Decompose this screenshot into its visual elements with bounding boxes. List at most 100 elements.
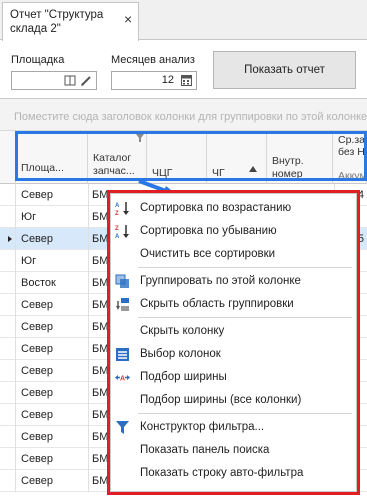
row-indicator[interactable] <box>0 426 16 448</box>
menu-item-label: Скрыть область группировки <box>140 298 294 310</box>
site-field[interactable] <box>11 71 97 90</box>
row-indicator[interactable] <box>0 250 16 272</box>
cell-site: Север <box>21 453 54 465</box>
menu-item-clear-sorting[interactable]: Очистить все сортировки <box>111 243 358 266</box>
column-header-chg[interactable]: ЧГ <box>207 131 267 184</box>
cell-catalog: БМ <box>88 184 108 206</box>
row-indicator[interactable] <box>0 404 16 426</box>
menu-item-sort-ascending[interactable]: A Z Сортировка по возрастанию <box>111 197 358 220</box>
column-header-site[interactable]: Площа... <box>16 131 88 184</box>
header-indicator-cell <box>0 131 16 184</box>
column-header-chcg[interactable]: ЧЦГ <box>147 131 207 184</box>
svg-text:A: A <box>115 203 120 209</box>
sort-ascending-icon: A Z <box>115 202 129 216</box>
cell-site: Север <box>21 387 54 399</box>
row-indicator[interactable] <box>0 448 16 470</box>
cell-catalog-text: БМ <box>92 409 109 421</box>
cell-catalog-text: БМ <box>92 475 109 487</box>
cell-catalog: БМ <box>88 206 108 228</box>
cell-site: Юг <box>21 255 37 267</box>
cell-catalog-text: БМ <box>92 365 109 377</box>
menu-item-label: Выбор колонок <box>140 348 221 360</box>
row-indicator[interactable] <box>0 360 16 382</box>
menu-item-label: Очистить все сортировки <box>140 248 276 260</box>
menu-item-best-fit-all[interactable]: Подбор ширины (все колонки) <box>111 389 358 412</box>
menu-item-group-by-column[interactable]: Группировать по этой колонке <box>111 270 358 293</box>
column-chooser-icon <box>116 348 129 361</box>
column-context-menu: A Z Сортировка по возрастанию Z A Сортир… <box>107 190 360 495</box>
cell-catalog: БМ <box>88 294 108 316</box>
column-header-internal-number[interactable]: Внутр. номер <box>267 131 333 184</box>
cell-site: Север <box>21 299 54 311</box>
cell-site: Север <box>21 431 54 443</box>
menu-item-column-chooser[interactable]: Выбор колонок <box>111 343 358 366</box>
grid-header-row: Площа... Каталог запчас... ЧЦГ ЧГ Внутр.… <box>0 131 367 184</box>
row-indicator[interactable] <box>0 316 16 338</box>
cell-catalog: БМ <box>88 228 108 250</box>
group-by-panel[interactable]: Поместите сюда заголовок колонки для гру… <box>0 98 367 131</box>
cell-catalog-text: БМ <box>92 211 109 223</box>
menu-item-label: Подбор ширины (все колонки) <box>140 394 302 406</box>
svg-text:Z: Z <box>115 226 119 232</box>
cell-site: Север <box>21 233 54 245</box>
calendar-icon[interactable] <box>181 75 192 86</box>
menu-item-label: Скрыть колонку <box>140 325 225 337</box>
cell-catalog-text: БМ <box>92 189 109 201</box>
menu-item-label: Подбор ширины <box>140 371 227 383</box>
cell-catalog-text: БМ <box>92 299 109 311</box>
cell-catalog-text: БМ <box>92 321 109 333</box>
context-menu-body: A Z Сортировка по возрастанию Z A Сортир… <box>110 193 357 492</box>
column-header-avg-price[interactable]: Ср.зак ц. без НДС Аккум. кол. <box>333 131 367 184</box>
row-indicator[interactable] <box>0 272 16 294</box>
pencil-icon[interactable] <box>80 75 92 87</box>
row-indicator[interactable] <box>0 294 16 316</box>
menu-item-label: Показать строку авто-фильтра <box>140 467 304 479</box>
book-icon[interactable] <box>64 75 76 86</box>
row-indicator[interactable] <box>0 206 16 228</box>
current-row-arrow-icon <box>8 236 12 242</box>
show-report-button[interactable]: Показать отчет <box>213 51 356 89</box>
cell-catalog: БМ <box>88 448 108 470</box>
cell-catalog: БМ <box>88 272 108 294</box>
cell-catalog: БМ <box>88 250 108 272</box>
menu-item-label: Сортировка по убыванию <box>140 225 277 237</box>
menu-item-hide-column[interactable]: Скрыть колонку <box>111 320 358 343</box>
menu-item-hide-group-panel[interactable]: Скрыть область группировки <box>111 293 358 316</box>
menu-item-filter-editor[interactable]: Конструктор фильтра... <box>111 416 358 439</box>
menu-item-show-auto-filter-row[interactable]: Показать строку авто-фильтра <box>111 462 358 485</box>
row-indicator[interactable] <box>0 184 16 206</box>
months-field[interactable]: 12 <box>111 71 197 90</box>
row-indicator[interactable] <box>0 338 16 360</box>
menu-item-show-find-panel[interactable]: Показать панель поиска <box>111 439 358 462</box>
cell-catalog-text: БМ <box>92 277 109 289</box>
months-value: 12 <box>161 74 174 86</box>
menu-item-label: Группировать по этой колонке <box>140 275 301 287</box>
sort-ascending-indicator-icon <box>249 166 257 172</box>
column-header-label: Внутр. номер <box>272 155 304 180</box>
filter-icon[interactable] <box>136 134 144 143</box>
cell-catalog-text: БМ <box>92 387 109 399</box>
cell-catalog: БМ <box>88 470 108 492</box>
row-indicator[interactable] <box>0 228 16 250</box>
column-header-label: Ср.зак ц. без НДС <box>338 134 367 158</box>
tab-report-warehouse-structure[interactable]: Отчет "Структура склада 2" × <box>2 2 139 41</box>
cell-catalog: БМ <box>88 404 108 426</box>
sort-descending-icon: Z A <box>115 225 129 239</box>
cell-site: Север <box>21 475 54 487</box>
cell-site: Север <box>21 409 54 421</box>
tab-title: Отчет "Структура склада 2" <box>10 9 104 35</box>
row-indicator[interactable] <box>0 470 16 492</box>
menu-separator <box>138 267 352 268</box>
filter-icon <box>116 421 129 434</box>
cell-catalog: БМ <box>88 382 108 404</box>
column-header-label: ЧГ <box>212 167 225 179</box>
cell-site: Север <box>21 365 54 377</box>
site-label: Площадка <box>11 54 65 66</box>
menu-item-best-fit[interactable]: A Подбор ширины <box>111 366 358 389</box>
row-indicator[interactable] <box>0 382 16 404</box>
close-icon[interactable]: × <box>124 12 132 26</box>
column-header-sublabel: Аккум. кол. <box>338 170 367 182</box>
document-tab-strip: Отчет "Структура склада 2" × <box>0 0 367 41</box>
menu-separator <box>138 317 352 318</box>
menu-item-sort-descending[interactable]: Z A Сортировка по убыванию <box>111 220 358 243</box>
